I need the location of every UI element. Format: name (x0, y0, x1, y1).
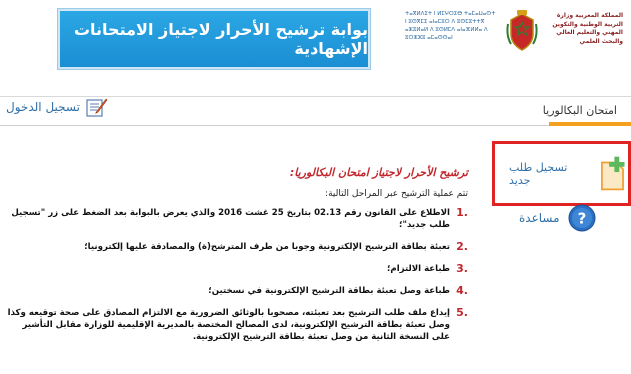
new-application-button[interactable]: تسجيل طلب جديد (492, 141, 631, 206)
help-label: مساعدة (519, 211, 560, 225)
step-text: تعبئة بطاقة الترشيح الإلكترونية وجوبا من… (84, 242, 450, 252)
royal-emblem-icon (506, 10, 538, 51)
svg-text:?: ? (577, 210, 586, 228)
step-text: الاطلاع على القانون رقم 02.13 بتاريخ 25 … (11, 208, 450, 230)
help-question-icon: ? (568, 204, 596, 232)
section-title: ترشيح الأحرار لاجتياز امتحان البكالوريا: (289, 166, 468, 179)
intro-text: تتم عملية الترشيح عبر المراحل التالية: (325, 189, 468, 199)
login-link[interactable]: تسجيل الدخول (6, 97, 108, 117)
right-sidebar: تسجيل طلب جديد مساعدة ? (489, 130, 631, 370)
step-number: 5. (456, 306, 468, 319)
login-label: تسجيل الدخول (6, 100, 80, 114)
list-item: 3. طباعة الالتزام؛ (6, 263, 468, 275)
page-header: بوابة ترشيح الأحرار لاجتياز الامتحانات ا… (0, 0, 631, 95)
edit-form-icon (86, 98, 108, 117)
list-item: 1. الاطلاع على القانون رقم 02.13 بتاريخ … (6, 207, 468, 231)
step-number: 4. (456, 284, 468, 297)
list-item: 5. إيداع ملف طلب الترشيح بعد تعبئته، مصح… (6, 307, 468, 343)
step-number: 3. (456, 262, 468, 275)
step-number: 1. (456, 206, 468, 219)
help-link[interactable]: مساعدة ? (519, 204, 596, 232)
tab-baccalaureate-exam[interactable]: امتحان البكالوريا (537, 100, 623, 121)
list-item: 4. طباعة وصل تعبئة بطاقة الترشيح الإلكتر… (6, 285, 468, 297)
ministry-name-amazigh: ⵜⴰⴳⵍⴷⵉⵜ ⵏ ⵍⵎⵖⵔⵉⴱ ⵜⴰⵎⴰⵡⴰⵙⵜ ⵏ ⵓⵙⴳⵎⵉ ⴰⵏⴰⵎⵓⵔ… (405, 11, 496, 41)
new-application-label: تسجيل طلب جديد (509, 160, 568, 187)
list-item: 2. تعبئة بطاقة الترشيح الإلكترونية وجوبا… (6, 241, 468, 253)
active-tab-indicator (549, 122, 631, 126)
tab-bar-line (0, 125, 631, 126)
main-content: ترشيح الأحرار لاجتياز امتحان البكالوريا:… (0, 150, 478, 374)
portal-title-banner: بوابة ترشيح الأحرار لاجتياز الامتحانات ا… (58, 9, 370, 69)
step-text: إيداع ملف طلب الترشيح بعد تعبئته، مصحوبا… (7, 308, 450, 342)
ministry-name-arabic: المملكة المغربية وزارة التربية الوطنية و… (552, 12, 623, 45)
step-text: طباعة وصل تعبئة بطاقة الترشيح الإلكتروني… (208, 286, 450, 296)
ministry-logo: ⵜⴰⴳⵍⴷⵉⵜ ⵏ ⵍⵎⵖⵔⵉⴱ ⵜⴰⵎⴰⵡⴰⵙⵜ ⵏ ⵓⵙⴳⵎⵉ ⴰⵏⴰⵎⵓⵔ… (405, 10, 623, 62)
step-number: 2. (456, 240, 468, 253)
portal-title: بوابة ترشيح الأحرار لاجتياز الامتحانات ا… (73, 20, 368, 58)
steps-list: 1. الاطلاع على القانون رقم 02.13 بتاريخ … (6, 207, 468, 343)
step-text: طباعة الالتزام؛ (386, 264, 450, 274)
new-document-icon (601, 156, 625, 190)
